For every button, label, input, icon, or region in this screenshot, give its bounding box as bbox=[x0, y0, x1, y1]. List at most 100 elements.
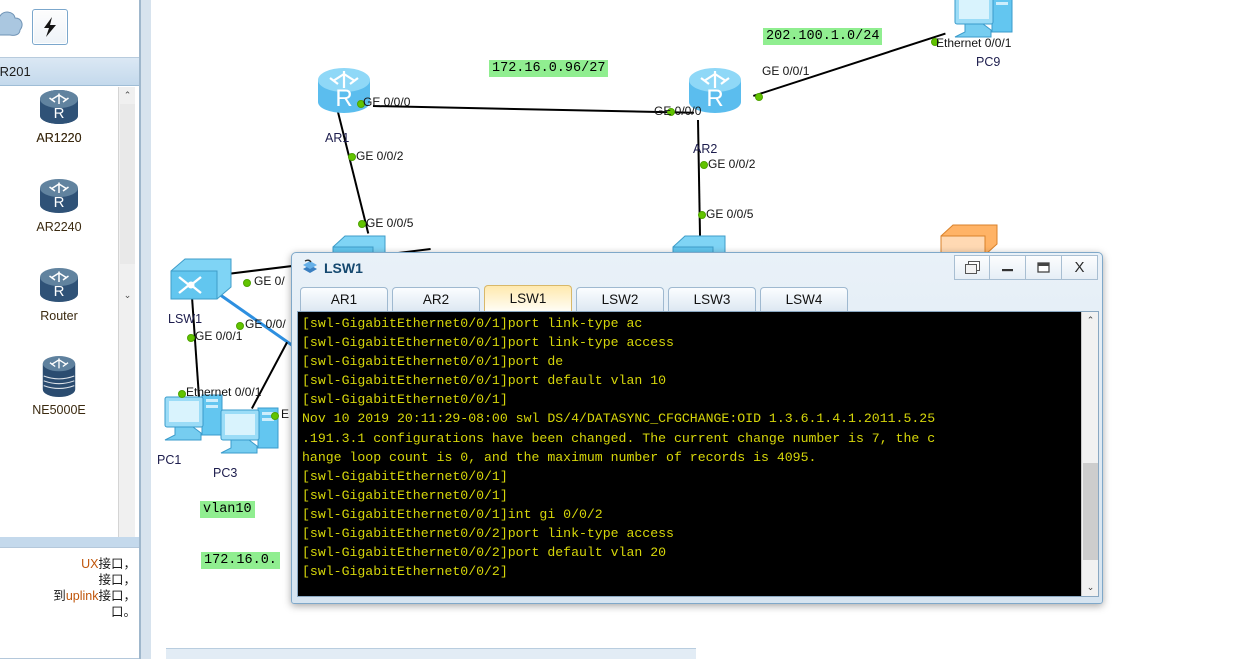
left-panel: AR201 R AR1220 bbox=[0, 0, 140, 659]
router-icon: R bbox=[318, 68, 370, 113]
switch-icon bbox=[170, 258, 232, 300]
cli-scroll-thumb[interactable] bbox=[1083, 463, 1098, 560]
iface-label: GE 0/0/1 bbox=[762, 64, 810, 78]
iface-label: GE 0/0/ bbox=[245, 317, 286, 331]
panel-divider bbox=[0, 537, 140, 547]
device-item-ar2240[interactable]: R AR2240 bbox=[0, 176, 118, 262]
cloud-icon[interactable] bbox=[0, 9, 26, 43]
cli-window[interactable]: LSW1 X AR1 AR2 LSW1 LSW2 LSW3 LSW4 [swl-… bbox=[291, 252, 1103, 604]
terminal-icon bbox=[303, 259, 317, 273]
scroll-down-icon[interactable]: ⌄ bbox=[1082, 579, 1098, 596]
scroll-down-icon[interactable]: ⌄ bbox=[119, 287, 136, 304]
port-dot[interactable] bbox=[755, 93, 763, 101]
note-text: 接口， bbox=[98, 589, 136, 603]
maximize-button[interactable] bbox=[1026, 255, 1062, 280]
node-label-pc3: PC3 bbox=[213, 466, 238, 480]
window-controls: X bbox=[954, 255, 1098, 280]
iface-label: GE 0/ bbox=[254, 274, 285, 288]
tab-lsw2[interactable]: LSW2 bbox=[576, 287, 664, 311]
device-class-label: AR201 bbox=[0, 64, 31, 79]
bottom-status-strip bbox=[166, 648, 696, 659]
iface-label: GE 0/0/2 bbox=[708, 157, 756, 171]
device-class-header[interactable]: AR201 bbox=[0, 58, 140, 86]
port-dot[interactable] bbox=[271, 412, 279, 420]
device-label: AR1220 bbox=[36, 131, 82, 145]
link-ar2-down[interactable] bbox=[697, 120, 702, 249]
lightning-icon bbox=[44, 17, 56, 37]
lightning-tool-button[interactable] bbox=[32, 9, 68, 45]
cli-console-text: [swl-GigabitEthernet0/0/1]port link-type… bbox=[302, 316, 936, 580]
cli-console[interactable]: [swl-GigabitEthernet0/0/1]port link-type… bbox=[297, 311, 1099, 597]
note-pre: 到 bbox=[53, 589, 66, 603]
iface-label: GE 0/0/0 bbox=[654, 104, 702, 118]
tab-lsw4[interactable]: LSW4 bbox=[760, 287, 848, 311]
canvas-left-gutter bbox=[141, 0, 151, 659]
cli-title-text: LSW1 bbox=[324, 260, 363, 276]
svg-text:R: R bbox=[54, 194, 65, 211]
iface-label: Ethernet 0/0/1 bbox=[936, 36, 1012, 50]
port-dot[interactable] bbox=[358, 220, 366, 228]
application-window: AR201 R AR1220 bbox=[0, 0, 1235, 659]
device-toolbar bbox=[0, 0, 140, 58]
network-tag: 172.16.0.96/27 bbox=[489, 60, 609, 77]
scroll-up-icon[interactable]: ⌃ bbox=[119, 87, 136, 104]
svg-text:R: R bbox=[54, 105, 65, 122]
minimize-icon bbox=[1002, 268, 1013, 271]
iface-label: GE 0/0/0 bbox=[363, 95, 411, 109]
note-line-2: 接口， bbox=[3, 572, 136, 588]
network-tag: 202.100.1.0/24 bbox=[763, 28, 883, 45]
note-line-1: UX接口， bbox=[3, 556, 136, 572]
port-dot[interactable] bbox=[178, 390, 186, 398]
cli-tabbar: AR1 AR2 LSW1 LSW2 LSW3 LSW4 bbox=[295, 283, 1101, 311]
tab-ar2[interactable]: AR2 bbox=[392, 287, 480, 311]
note-text: 接口， bbox=[98, 557, 136, 571]
note-highlight: UX bbox=[81, 557, 99, 571]
note-line-3: 到uplink接口， bbox=[3, 588, 136, 604]
link-ar1-ar2[interactable] bbox=[372, 105, 694, 114]
close-button[interactable]: X bbox=[1062, 255, 1098, 280]
iface-label: E bbox=[281, 407, 290, 421]
port-dot[interactable] bbox=[187, 334, 195, 342]
iface-label: GE 0/0/2 bbox=[356, 149, 404, 163]
router-icon: R bbox=[40, 268, 78, 302]
minimize-button[interactable] bbox=[990, 255, 1026, 280]
note-highlight: uplink bbox=[65, 589, 99, 603]
device-scroll-area: R AR1220 R AR2240 R Router NE5000E ⌃ ⌄ bbox=[0, 87, 140, 537]
maximize-icon bbox=[1037, 262, 1050, 273]
scroll-thumb[interactable] bbox=[120, 104, 135, 264]
node-label-pc1: PC1 bbox=[157, 453, 182, 467]
node-label-lsw1: LSW1 bbox=[168, 312, 203, 326]
router-icon: R bbox=[40, 90, 78, 124]
device-item-router[interactable]: R Router bbox=[0, 265, 118, 351]
note-text: 接口， bbox=[98, 573, 136, 587]
cli-scrollbar[interactable]: ⌃ ⌄ bbox=[1081, 312, 1098, 596]
network-tag: 172.16.0. bbox=[201, 552, 280, 569]
iface-label: GE 0/0/5 bbox=[706, 207, 754, 221]
iface-label: Ethernet 0/0/1 bbox=[186, 385, 262, 399]
port-dot[interactable] bbox=[700, 161, 708, 169]
port-dot[interactable] bbox=[698, 211, 706, 219]
node-label-ar2: AR2 bbox=[693, 142, 718, 156]
notes-panel: UX接口， 接口， 到uplink接口， 口。 bbox=[0, 547, 140, 659]
svg-text:R: R bbox=[706, 85, 723, 112]
tab-ar1[interactable]: AR1 bbox=[300, 287, 388, 311]
device-items: R AR1220 R AR2240 R Router NE5000E bbox=[0, 87, 118, 537]
device-label: AR2240 bbox=[36, 220, 82, 234]
svg-text:R: R bbox=[335, 85, 352, 112]
cli-titlebar[interactable]: LSW1 X bbox=[292, 253, 1102, 283]
port-dot[interactable] bbox=[348, 153, 356, 161]
node-ar1[interactable]: R bbox=[313, 60, 375, 123]
device-list-scrollbar[interactable]: ⌃ ⌄ bbox=[118, 87, 135, 537]
note-text: 口。 bbox=[110, 605, 136, 619]
restore-button[interactable] bbox=[954, 255, 990, 280]
iface-label: GE 0/0/1 bbox=[195, 329, 243, 343]
tab-lsw1[interactable]: LSW1 bbox=[484, 285, 572, 311]
node-label-ar1: AR1 bbox=[325, 131, 350, 145]
port-dot[interactable] bbox=[243, 279, 251, 287]
device-item-ne5000e[interactable]: NE5000E bbox=[0, 353, 118, 439]
node-lsw1[interactable] bbox=[167, 255, 235, 312]
tab-lsw3[interactable]: LSW3 bbox=[668, 287, 756, 311]
device-item-ar1220-b[interactable]: R AR1220 bbox=[0, 87, 118, 173]
note-line-4: 口。 bbox=[3, 604, 136, 620]
scroll-up-icon[interactable]: ⌃ bbox=[1082, 312, 1098, 329]
